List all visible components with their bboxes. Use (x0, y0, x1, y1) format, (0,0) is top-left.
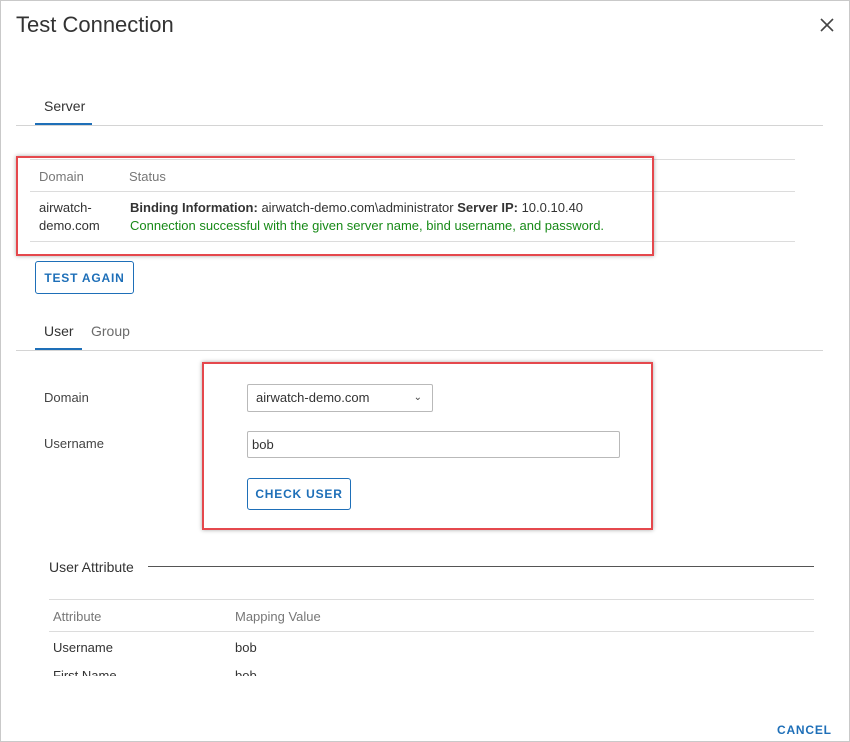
user-tab-divider (16, 350, 823, 351)
username-label: Username (44, 436, 104, 451)
table-row: First Name bob (49, 667, 814, 676)
user-attribute-rule (148, 566, 814, 567)
attr-col-attribute: Attribute (53, 609, 102, 624)
user-attribute-title: User Attribute (49, 559, 134, 575)
tab-server-label: Server (44, 98, 86, 114)
tab-server[interactable]: Server (35, 97, 92, 126)
cancel-button[interactable]: CANCEL (777, 723, 832, 737)
server-tab-divider (16, 125, 823, 126)
tab-group[interactable]: Group (91, 322, 130, 351)
user-form-highlight (202, 362, 653, 530)
table-row: Username bob (49, 638, 814, 658)
attr-cell-attribute: Username (53, 640, 113, 655)
attr-col-mapping: Mapping Value (235, 609, 321, 624)
test-again-button[interactable]: TEST AGAIN (35, 261, 134, 294)
tab-user[interactable]: User (35, 322, 82, 351)
attr-table-top-rule (49, 599, 814, 600)
dialog-title: Test Connection (16, 12, 174, 37)
domain-label: Domain (44, 390, 89, 405)
tab-group-label: Group (91, 323, 130, 339)
close-icon[interactable] (815, 13, 839, 37)
attr-cell-value: bob (235, 640, 257, 655)
server-result-highlight (16, 156, 654, 256)
attr-table-body: Username bob First Name bob (49, 632, 814, 676)
attr-cell-value: bob (235, 668, 257, 676)
tab-user-label: User (44, 323, 74, 339)
attr-cell-attribute: First Name (53, 668, 117, 676)
